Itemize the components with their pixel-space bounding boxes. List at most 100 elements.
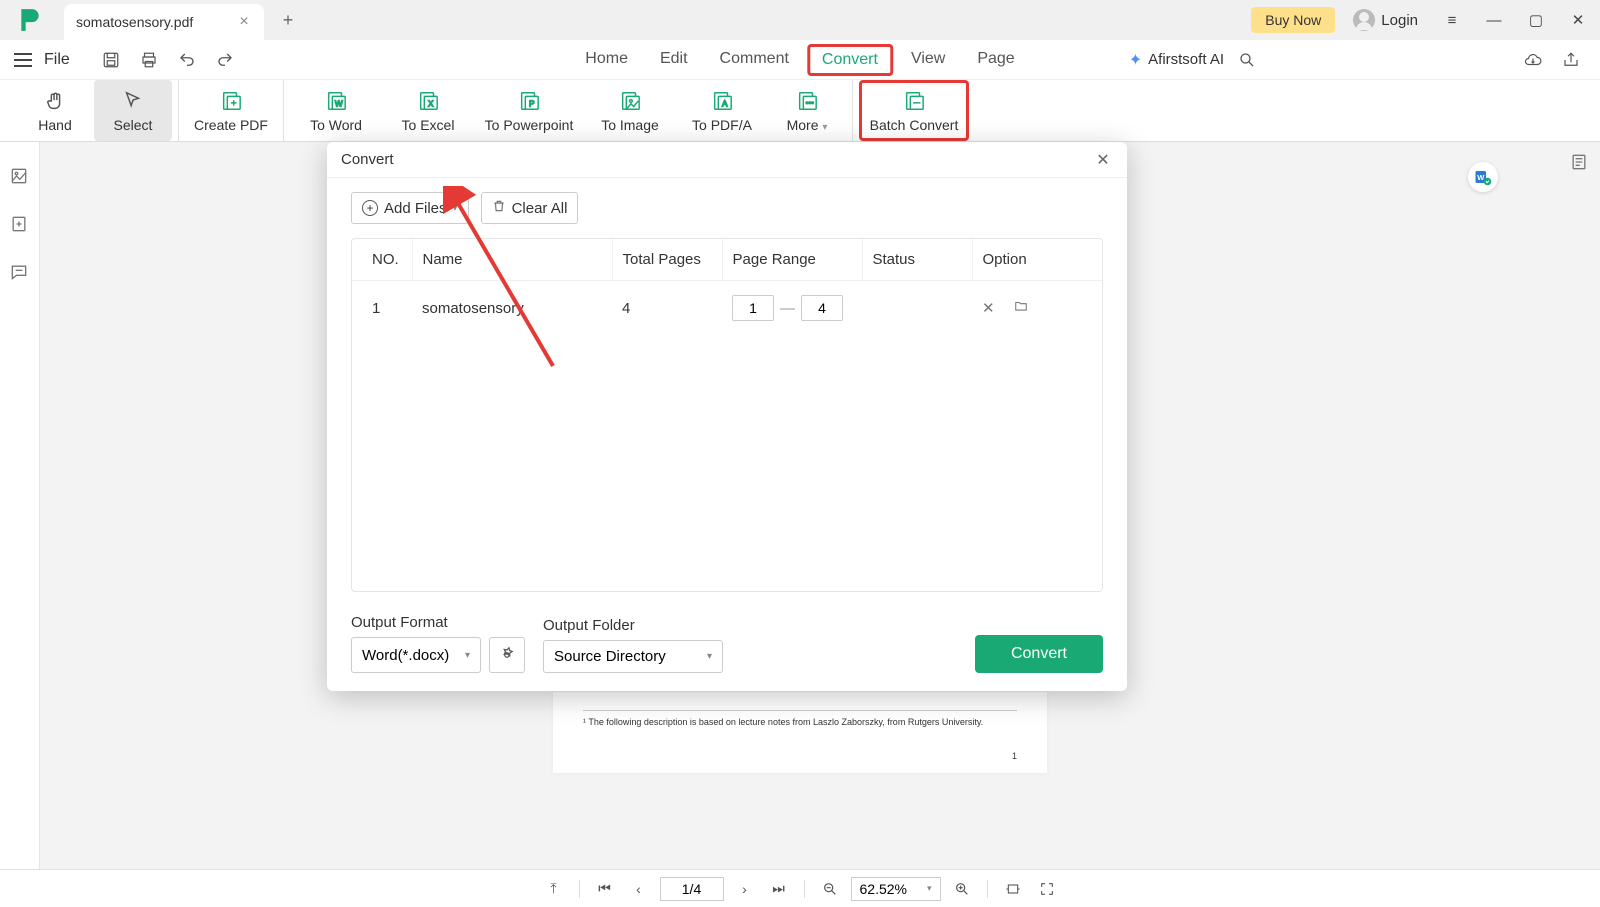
zoom-out-icon[interactable]	[817, 876, 843, 902]
tool-to-powerpoint-label: To Powerpoint	[485, 117, 574, 133]
tool-hand[interactable]: Hand	[16, 80, 94, 141]
login-button[interactable]: Login	[1345, 5, 1426, 35]
tool-to-pdfa[interactable]: A To PDF/A	[676, 80, 768, 141]
first-page-icon[interactable]: ⏮	[592, 876, 618, 902]
properties-icon[interactable]	[1569, 152, 1591, 174]
tab-edit[interactable]: Edit	[646, 44, 702, 76]
output-folder-label: Output Folder	[543, 617, 723, 634]
dialog-close-icon[interactable]: ✕	[1093, 150, 1113, 170]
create-pdf-icon	[219, 89, 243, 113]
select-icon	[121, 89, 145, 113]
tool-batch-convert[interactable]: Batch Convert	[859, 80, 969, 141]
zoom-in-icon[interactable]	[949, 876, 975, 902]
cloud-icon[interactable]	[1518, 45, 1548, 75]
add-files-button[interactable]: + Add Files ▾	[351, 192, 469, 224]
output-format-value: Word(*.docx)	[362, 647, 449, 664]
document-page: ¹ The following description is based on …	[553, 692, 1047, 773]
tool-create-pdf[interactable]: Create PDF	[185, 80, 277, 141]
ai-label: Afirstsoft AI	[1148, 51, 1224, 68]
right-rail	[1560, 142, 1600, 869]
fit-width-icon[interactable]	[1000, 876, 1026, 902]
chevron-down-icon: ▾	[707, 651, 712, 662]
col-no: NO.	[352, 239, 412, 281]
ribbon: Hand Select Create PDF W To Word X	[0, 80, 1600, 142]
tool-to-image-label: To Image	[601, 117, 659, 133]
tab-comment[interactable]: Comment	[706, 44, 803, 76]
scroll-top-icon[interactable]: ⤒	[541, 876, 567, 902]
left-rail	[0, 142, 40, 869]
clear-all-label: Clear All	[512, 200, 568, 217]
main-tabs: Home Edit Comment Convert View Page	[571, 44, 1028, 76]
app-logo	[16, 6, 44, 34]
tool-to-pdfa-label: To PDF/A	[692, 117, 752, 133]
cell-status	[862, 281, 972, 336]
output-folder-value: Source Directory	[554, 648, 666, 665]
minimize-icon[interactable]: —	[1478, 4, 1510, 36]
menu-icon[interactable]: ≡	[1436, 4, 1468, 36]
tool-to-excel[interactable]: X To Excel	[382, 80, 474, 141]
maximize-icon[interactable]: ▢	[1520, 4, 1552, 36]
print-icon[interactable]	[134, 45, 164, 75]
tab-title: somatosensory.pdf	[76, 14, 226, 30]
save-icon[interactable]	[96, 45, 126, 75]
remove-row-icon[interactable]: ✕	[982, 299, 995, 317]
tool-to-word[interactable]: W To Word	[290, 80, 382, 141]
menu-bar: File Home Edit Comment Convert View Page…	[0, 40, 1600, 80]
avatar-icon	[1353, 9, 1375, 31]
search-icon[interactable]	[1232, 45, 1262, 75]
tab-home[interactable]: Home	[571, 44, 642, 76]
chevron-down-icon: ▾	[927, 883, 932, 894]
close-tab-icon[interactable]: ×	[236, 13, 252, 31]
fit-page-icon[interactable]	[1034, 876, 1060, 902]
next-page-icon[interactable]: ›	[732, 876, 758, 902]
svg-text:A: A	[722, 99, 728, 108]
page-indicator[interactable]: 1/4	[660, 877, 724, 901]
convert-button[interactable]: Convert	[975, 635, 1103, 673]
dialog-title: Convert	[341, 151, 394, 168]
tool-more[interactable]: More ▾	[768, 80, 846, 141]
tool-to-image[interactable]: To Image	[584, 80, 676, 141]
close-window-icon[interactable]: ✕	[1562, 4, 1594, 36]
ai-button[interactable]: ✦ Afirstsoft AI	[1129, 50, 1224, 70]
tab-convert[interactable]: Convert	[807, 44, 893, 76]
document-tab[interactable]: somatosensory.pdf ×	[64, 4, 264, 40]
hamburger-icon[interactable]	[14, 53, 32, 67]
chevron-down-icon: ▾	[465, 650, 470, 661]
clear-all-button[interactable]: Clear All	[481, 192, 579, 224]
thumbnails-icon[interactable]	[9, 166, 31, 188]
tab-view[interactable]: View	[897, 44, 959, 76]
word-float-icon[interactable]: W	[1468, 162, 1498, 192]
to-word-icon: W	[324, 89, 348, 113]
tool-to-powerpoint[interactable]: P To Powerpoint	[474, 80, 584, 141]
buy-now-button[interactable]: Buy Now	[1251, 7, 1335, 33]
status-bar: ⤒ ⏮ ‹ 1/4 › ⏭ 62.52% ▾	[0, 869, 1600, 907]
share-icon[interactable]	[1556, 45, 1586, 75]
sparkle-icon: ✦	[1129, 50, 1142, 70]
tab-page[interactable]: Page	[963, 44, 1028, 76]
file-menu[interactable]: File	[44, 51, 70, 69]
output-format-select[interactable]: Word(*.docx) ▾	[351, 637, 481, 673]
convert-dialog: Convert ✕ + Add Files ▾ Clear All NO.	[327, 142, 1127, 691]
prev-page-icon[interactable]: ‹	[626, 876, 652, 902]
format-settings-button[interactable]	[489, 637, 525, 673]
tool-hand-label: Hand	[38, 117, 71, 133]
redo-icon[interactable]	[210, 45, 240, 75]
zoom-select[interactable]: 62.52% ▾	[851, 877, 941, 901]
bookmarks-icon[interactable]	[9, 214, 31, 236]
dialog-body: + Add Files ▾ Clear All NO. Name Total P…	[327, 178, 1127, 691]
open-folder-icon[interactable]	[1013, 299, 1029, 317]
col-page-range: Page Range	[722, 239, 862, 281]
output-folder-select[interactable]: Source Directory ▾	[543, 640, 723, 673]
comments-icon[interactable]	[9, 262, 31, 284]
range-dash: —	[780, 300, 795, 317]
range-to-input[interactable]	[801, 295, 843, 321]
col-option: Option	[972, 239, 1102, 281]
table-row: 1 somatosensory 4 —	[352, 281, 1102, 336]
new-tab-button[interactable]: +	[274, 6, 302, 34]
svg-text:X: X	[428, 99, 434, 108]
more-icon	[795, 89, 819, 113]
tool-select[interactable]: Select	[94, 80, 172, 141]
range-from-input[interactable]	[732, 295, 774, 321]
last-page-icon[interactable]: ⏭	[766, 876, 792, 902]
undo-icon[interactable]	[172, 45, 202, 75]
